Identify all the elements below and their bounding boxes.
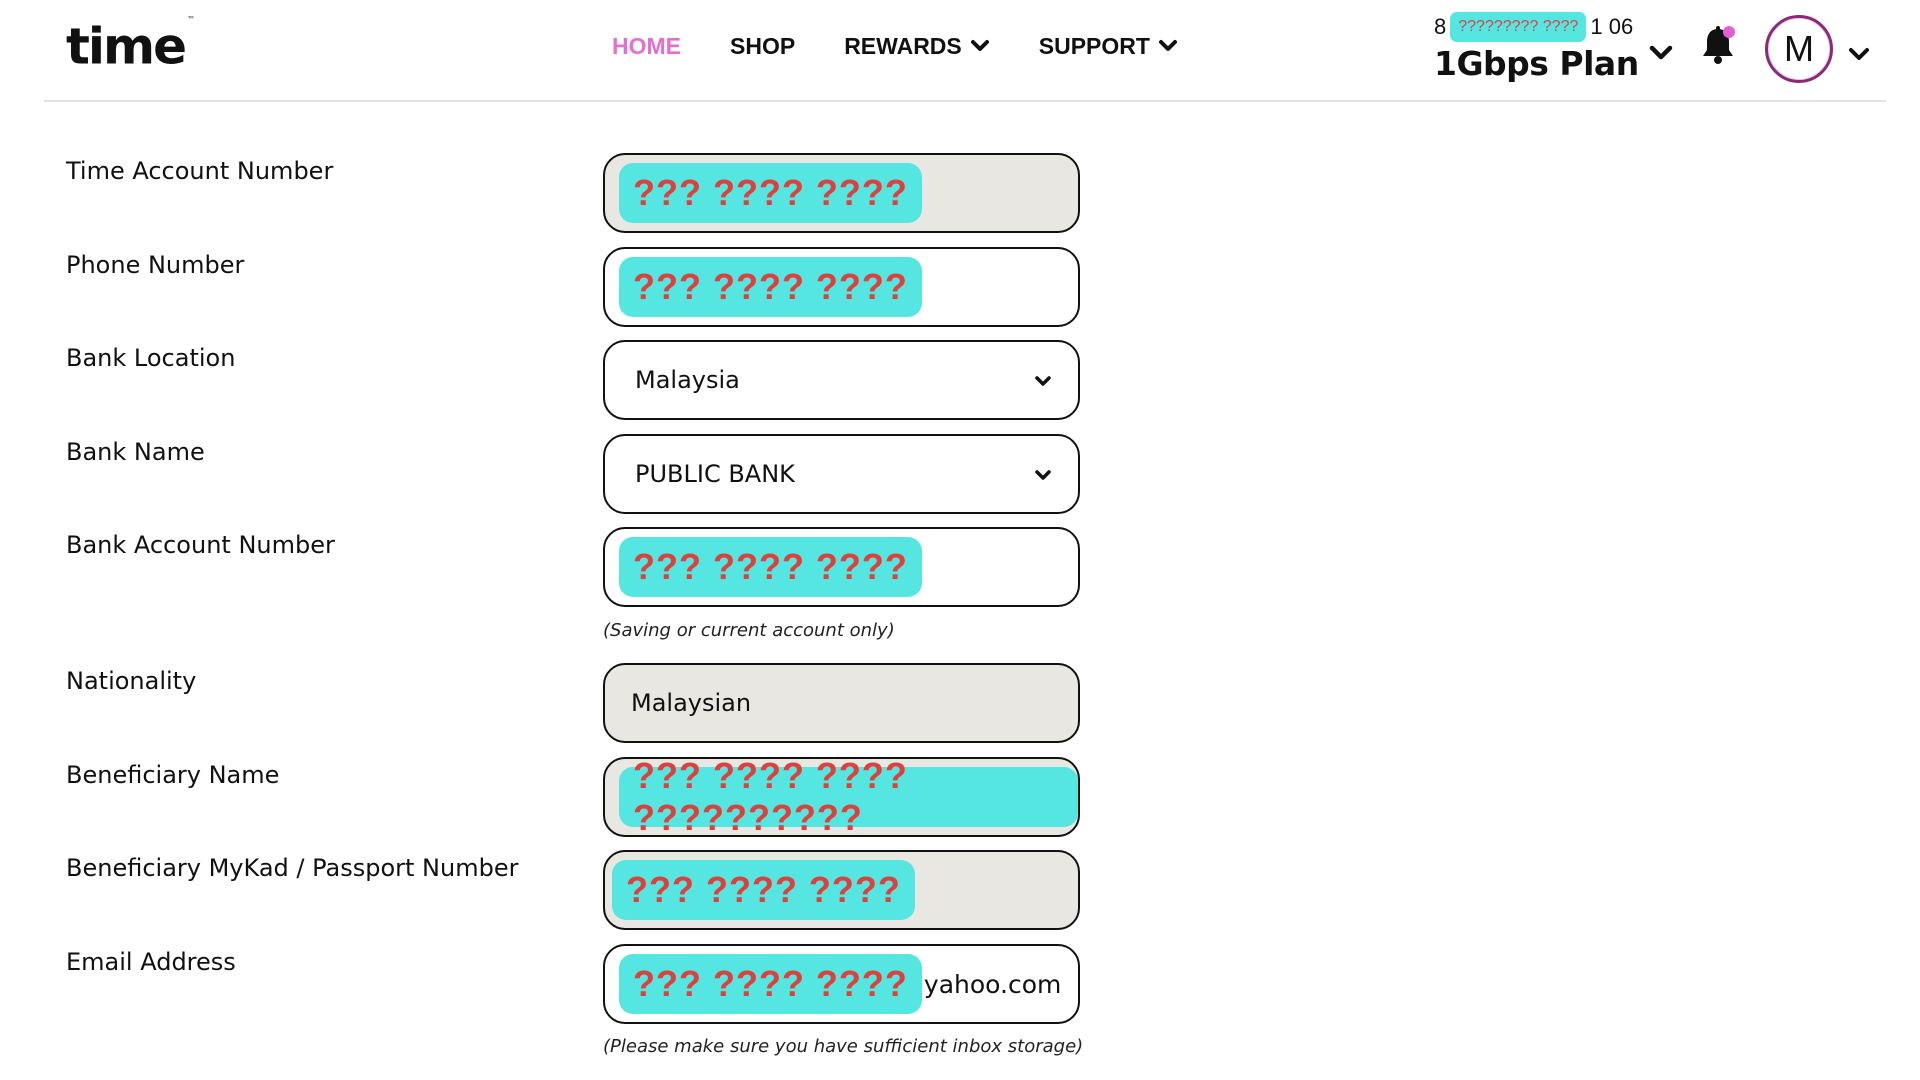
account-number: 8 ????????? ???? 1 06 (1434, 12, 1639, 42)
bank-account-number-field[interactable]: ??? ???? ???? (603, 527, 1080, 607)
redacted-value: ??? ???? ???? (619, 954, 922, 1014)
nav-shop-label: SHOP (730, 32, 796, 59)
bank-location-select[interactable]: Malaysia (603, 340, 1080, 420)
beneficiary-id-number-field[interactable]: ??? ???? ???? (603, 850, 1080, 930)
redacted-value: ??? ???? ???? (619, 163, 922, 223)
nav-support[interactable]: SUPPORT (1039, 33, 1178, 60)
account-chevron-down-icon[interactable] (1648, 44, 1674, 62)
profile-chevron-down-icon[interactable] (1848, 47, 1870, 63)
account-number-redacted: ????????? ???? (1450, 12, 1587, 42)
redacted-value: ??? ???? ???? (619, 537, 922, 597)
chevron-down-icon (1035, 470, 1051, 480)
trademark-mark: ™ (187, 15, 196, 24)
label-beneficiary-name: Beneficiary Name (66, 761, 280, 789)
nav-home-label: HOME (612, 32, 681, 59)
account-switcher[interactable]: 8 ????????? ???? 1 06 1Gbps Plan (1434, 12, 1639, 83)
beneficiary-name-field[interactable]: ??? ???? ???? ?????????? (603, 755, 1080, 838)
label-nationality: Nationality (66, 667, 197, 695)
header-divider (44, 100, 1886, 102)
label-bank-name: Bank Name (66, 438, 205, 466)
bank-account-helper-text: (Saving or current account only) (603, 620, 895, 641)
nav-rewards-label: REWARDS (844, 32, 962, 59)
avatar-initial: M (1784, 28, 1814, 69)
nav-rewards[interactable]: REWARDS (844, 33, 990, 60)
top-header: time ™ HOME SHOP REWARDS SUPPORT 8 ??????… (0, 0, 1920, 101)
chevron-down-icon (970, 40, 989, 51)
main-nav: HOME SHOP REWARDS SUPPORT (612, 28, 1227, 64)
nav-shop[interactable]: SHOP (730, 33, 795, 60)
logo-text: time (66, 17, 187, 76)
user-avatar[interactable]: M (1765, 15, 1833, 83)
redacted-value: ??? ???? ???? ?????????? (619, 755, 1078, 838)
label-phone-number: Phone Number (66, 251, 245, 279)
label-bank-location: Bank Location (66, 344, 236, 372)
label-email-address: Email Address (66, 948, 236, 976)
account-number-suffix: 1 06 (1590, 14, 1634, 39)
notification-dot (1723, 26, 1735, 38)
chevron-down-icon (1035, 376, 1051, 386)
redacted-value: ??? ???? ???? (612, 860, 915, 920)
plan-name: 1Gbps Plan (1434, 44, 1639, 83)
email-domain: yahoo.com (923, 969, 1062, 999)
label-beneficiary-id-number: Beneficiary MyKad / Passport Number (66, 854, 519, 882)
time-account-number-field[interactable]: ??? ???? ???? (603, 153, 1080, 233)
nationality-value: Malaysian (631, 689, 752, 717)
bank-location-value: Malaysia (635, 366, 740, 394)
nationality-field[interactable]: Malaysian (603, 663, 1080, 743)
time-logo[interactable]: time ™ (66, 14, 196, 77)
chevron-down-icon (1158, 40, 1177, 51)
email-helper-text: (Please make sure you have sufficient in… (603, 1036, 1084, 1057)
email-address-field[interactable]: ??? ???? ???? yahoo.com (603, 944, 1080, 1024)
account-number-prefix: 8 (1434, 14, 1447, 39)
bank-name-value: PUBLIC BANK (635, 460, 795, 488)
redacted-value: ??? ???? ???? (619, 257, 922, 317)
nav-support-label: SUPPORT (1038, 32, 1150, 59)
label-time-account-number: Time Account Number (66, 157, 334, 185)
nav-home[interactable]: HOME (612, 33, 681, 60)
bank-name-select[interactable]: PUBLIC BANK (603, 434, 1080, 514)
phone-number-field[interactable]: ??? ???? ???? (603, 247, 1080, 327)
bell-icon[interactable] (1698, 24, 1738, 66)
label-bank-account-number: Bank Account Number (66, 531, 335, 559)
